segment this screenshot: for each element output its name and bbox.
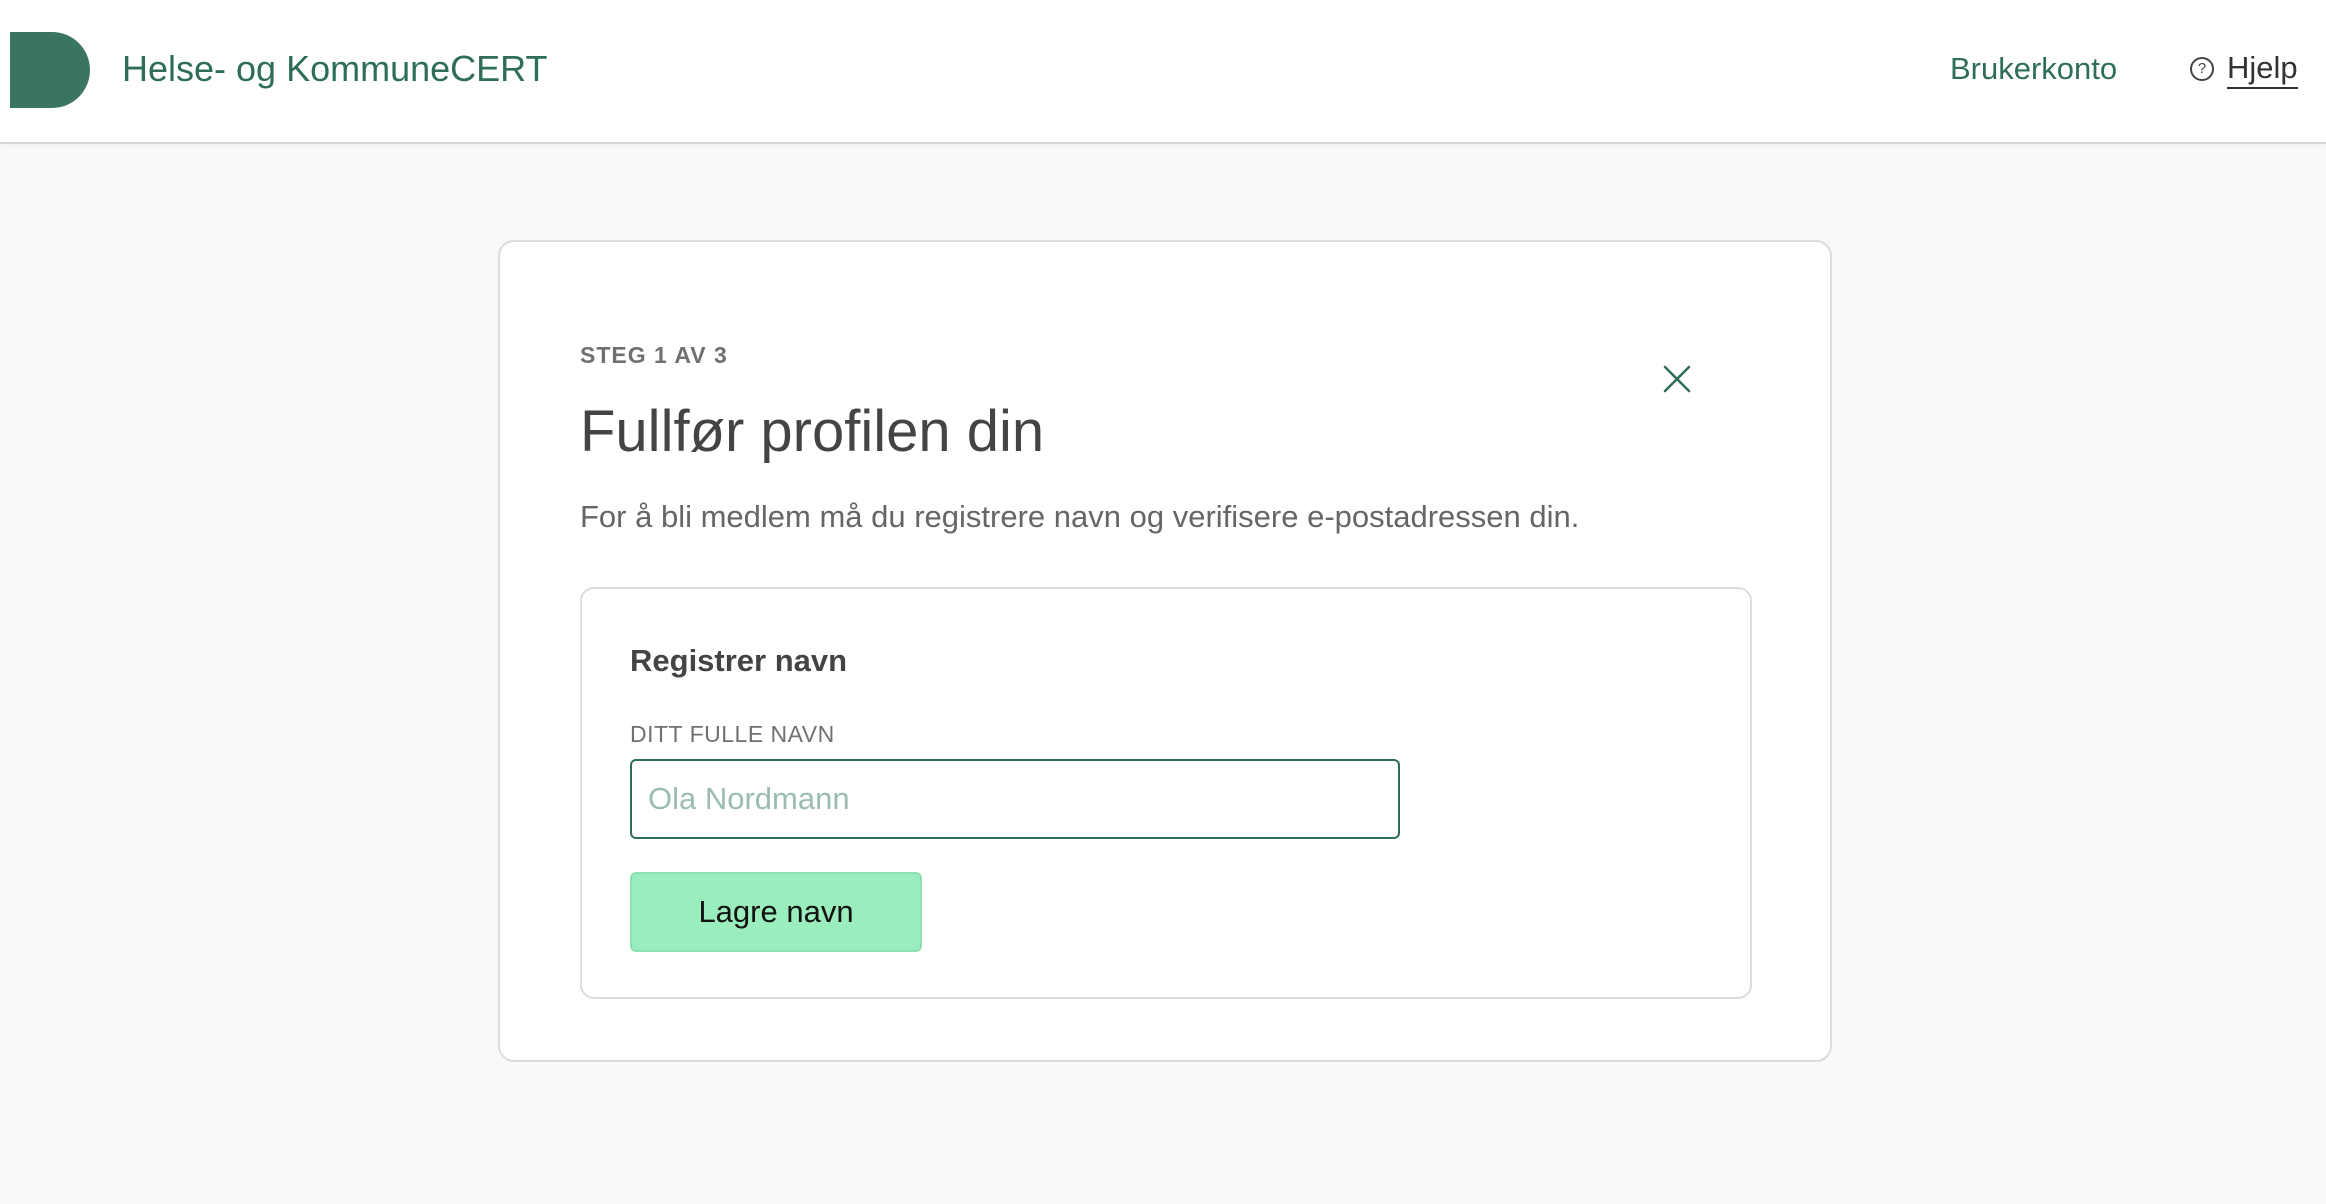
register-name-section: Registrer navn DITT FULLE NAVN Lagre nav…	[580, 587, 1752, 999]
full-name-label: DITT FULLE NAVN	[630, 721, 835, 747]
close-button[interactable]	[1663, 365, 1691, 393]
help-link-label: Hjelp	[2227, 49, 2298, 89]
nav-user-account-link[interactable]: Brukerkonto	[1950, 47, 2117, 91]
brand-name[interactable]: Helse- og KommuneCERT	[122, 44, 548, 94]
top-bar: Helse- og KommuneCERT Brukerkonto ? Hjel…	[0, 0, 2326, 144]
page-title: Fullfør profilen din	[580, 399, 1045, 464]
page-description: For å bli medlem må du registrere navn o…	[580, 499, 1580, 534]
brand-logo[interactable]	[10, 32, 90, 108]
full-name-input[interactable]	[630, 759, 1400, 839]
close-icon	[1663, 365, 1691, 393]
section-title: Registrer navn	[630, 643, 848, 678]
save-name-button[interactable]: Lagre navn	[630, 872, 922, 952]
complete-profile-card: STEG 1 AV 3 Fullfør profilen din For å b…	[498, 240, 1832, 1062]
help-circle-icon: ?	[2190, 57, 2214, 81]
step-indicator: STEG 1 AV 3	[580, 342, 728, 368]
nav-help-link[interactable]: ? Hjelp	[2190, 47, 2298, 91]
